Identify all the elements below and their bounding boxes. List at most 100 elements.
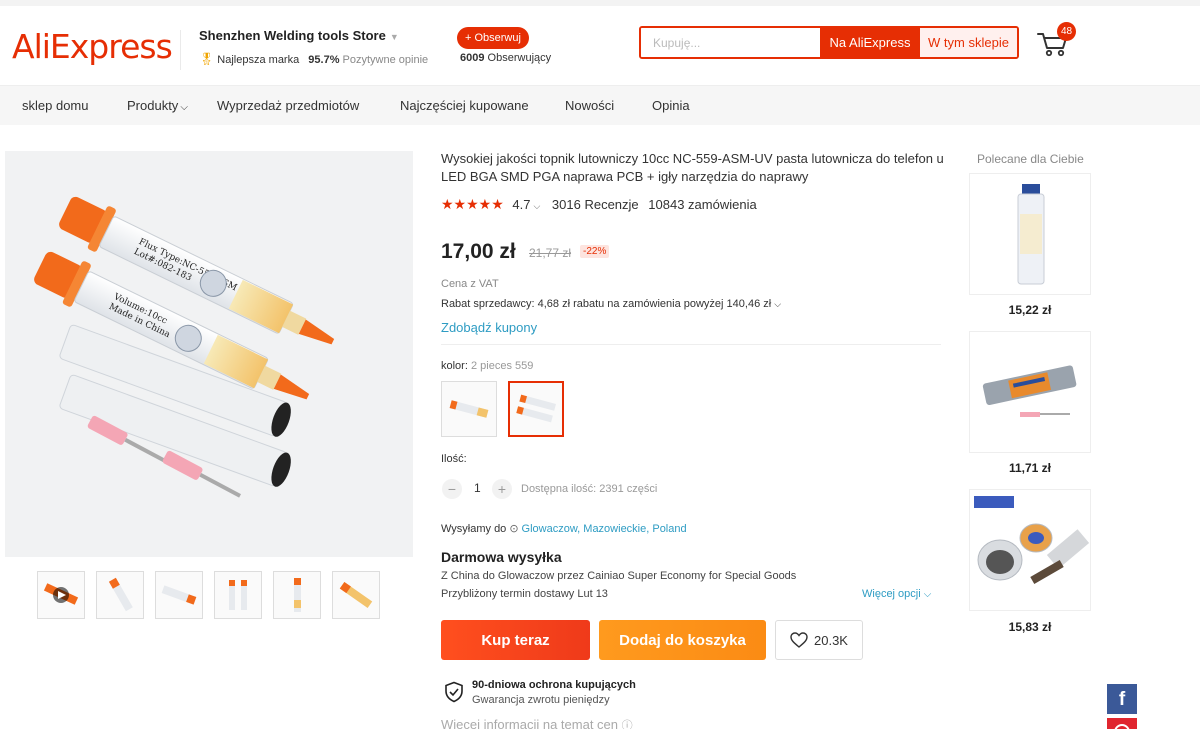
thumbnail-5[interactable]	[273, 571, 321, 619]
search-input[interactable]	[641, 28, 820, 57]
nav-sale[interactable]: Wyprzedaż przedmiotów	[217, 98, 359, 113]
get-coupons-link[interactable]: Zdobądź kupony	[441, 320, 537, 335]
color-label-text: kolor:	[441, 360, 468, 372]
quantity-label: Ilość:	[441, 453, 467, 465]
vat-note: Cena z VAT	[441, 278, 499, 290]
thumbnail-6[interactable]	[332, 571, 380, 619]
followers: 6009 Obserwujący	[460, 52, 551, 64]
header-divider	[180, 30, 181, 70]
buyer-protection-subtitle: Gwarancja zwrotu pieniędzy	[472, 694, 610, 706]
wishlist-count: 20.3K	[814, 632, 848, 648]
rating-value[interactable]: 4.7	[512, 197, 530, 212]
store-name-text[interactable]: Shenzhen Welding tools Store	[199, 28, 386, 43]
discount-badge: -22%	[580, 245, 610, 258]
recommended-title: Polecane dla Ciebie	[977, 152, 1084, 166]
product-main-image[interactable]: Flux Type:NC-559-ASM Lot#:082-183 Volume…	[5, 151, 413, 557]
quantity-increase-button[interactable]: +	[492, 479, 512, 499]
ship-to-label: Wysyłamy do	[441, 523, 507, 535]
syringe-thumb-icon	[229, 580, 247, 610]
search-aliexpress-button[interactable]: Na AliExpress	[820, 28, 920, 57]
thumbnail-3[interactable]	[155, 571, 203, 619]
buyer-protection-title: 90-dniowa ochrona kupujących	[472, 679, 636, 691]
recommended-item-1[interactable]	[969, 173, 1091, 295]
add-to-cart-button[interactable]: Dodaj do koszyka	[599, 620, 766, 660]
chevron-down-icon[interactable]: ▼	[390, 32, 399, 42]
more-shipping-options[interactable]: Więcej opcji ⌵	[862, 588, 931, 600]
facebook-share-button[interactable]: f	[1107, 684, 1137, 714]
price-info-label[interactable]: Więcej informacji na temat cen	[441, 717, 618, 729]
syringe-swatch-icon	[449, 400, 489, 418]
paste-syringe-image	[982, 365, 1077, 417]
color-label: kolor: 2 pieces 559	[441, 360, 533, 372]
chevron-down-icon[interactable]: ⌵	[180, 102, 188, 113]
flux-tube-image	[1017, 184, 1045, 285]
orders-count: 10843 zamówienia	[648, 197, 757, 212]
section-divider	[441, 344, 941, 345]
price-info-link[interactable]: Więcej informacji na temat cen ⓘ	[441, 717, 633, 729]
route-from: Z	[441, 570, 448, 582]
heart-icon	[790, 632, 808, 648]
thumbnail-4[interactable]	[214, 571, 262, 619]
medal-icon: 🎖	[199, 52, 215, 66]
nav-products[interactable]: Produkty ⌵	[127, 98, 188, 113]
nav-feedback[interactable]: Opinia	[652, 98, 690, 113]
color-option-2-selected[interactable]	[508, 381, 564, 437]
color-option-1[interactable]	[441, 381, 497, 437]
chevron-down-icon[interactable]: ⌵	[774, 299, 781, 309]
cart-count-badge[interactable]: 48	[1057, 22, 1076, 41]
product-title: Wysokiej jakości topnik lutowniczy 10cc …	[441, 151, 944, 184]
available-quantity: Dostępna ilość: 2391 części	[521, 483, 658, 495]
nav-products-label[interactable]: Produkty	[127, 98, 178, 113]
search-store-button[interactable]: W tym sklepie	[920, 28, 1017, 57]
thumbnail-2[interactable]	[96, 571, 144, 619]
ship-to-location[interactable]: Glowaczow, Mazowieckie, Poland	[522, 523, 687, 535]
shield-check-icon	[445, 681, 463, 703]
aliexpress-logo[interactable]: AliExpress	[12, 27, 173, 66]
syringe-thumb-icon	[294, 578, 301, 612]
buy-now-button[interactable]: Kup teraz	[441, 620, 590, 660]
info-icon[interactable]: ⓘ	[622, 720, 633, 729]
more-shipping-options-label[interactable]: Więcej opcji	[862, 588, 921, 600]
delivery-estimate: Przybliżony termin dostawy Lut 13	[441, 588, 608, 600]
reviews-count[interactable]: 3016 Recenzje	[552, 197, 639, 212]
followers-label: Obserwujący	[487, 52, 552, 64]
chevron-down-icon[interactable]: ⌵	[924, 589, 932, 600]
search-bar: Na AliExpress W tym sklepie	[639, 26, 1019, 59]
wishlist-button[interactable]: 20.3K	[775, 620, 863, 660]
store-nav: sklep domu Produkty ⌵ Wyprzedaż przedmiot…	[0, 85, 1200, 125]
syringe-thumb-icon	[339, 581, 373, 609]
route-origin: China	[450, 570, 480, 582]
syringe-thumb-icon	[108, 577, 133, 612]
free-shipping: Darmowa wysyłka	[441, 549, 562, 565]
seller-rebate-text[interactable]: Rabat sprzedawcy: 4,68 zł rabatu na zamó…	[441, 298, 771, 310]
shipping-route: Z China do Glowaczow przez Cainiao Super…	[441, 570, 796, 582]
color-value: 2 pieces 559	[470, 360, 534, 372]
brand-badge: Najlepsza marka	[217, 54, 300, 66]
store-name[interactable]: Shenzhen Welding tools Store ▼	[199, 28, 399, 43]
positive-label: Pozytywne opinie	[342, 54, 429, 66]
recommended-price-2[interactable]: 11,71 zł	[969, 461, 1091, 475]
store-meta: 🎖 Najlepsza marka 95.7% Pozytywne opinie	[199, 52, 428, 66]
quantity-value[interactable]: 1	[474, 481, 481, 495]
delivery-estimate-label: Przybliżony termin dostawy	[441, 588, 575, 600]
pinterest-share-button[interactable]	[1107, 718, 1137, 729]
nav-bestsellers[interactable]: Najczęściej kupowane	[400, 98, 529, 113]
solder-kit-image	[974, 496, 1090, 584]
thumbnail-video[interactable]	[37, 571, 85, 619]
chevron-down-icon[interactable]: ⌵	[533, 201, 540, 211]
nav-new[interactable]: Nowości	[565, 98, 614, 113]
recommended-item-2[interactable]	[969, 331, 1091, 453]
recommended-price-1[interactable]: 15,22 zł	[969, 303, 1091, 317]
quantity-decrease-button[interactable]: −	[442, 479, 462, 499]
video-thumbnail-icon	[43, 583, 79, 605]
delivery-estimate-date: Lut 13	[577, 588, 608, 600]
follow-button[interactable]: + Obserwuj	[457, 27, 529, 49]
seller-rebate[interactable]: Rabat sprzedawcy: 4,68 zł rabatu na zamó…	[441, 298, 781, 310]
syringe-swatch-icon	[516, 394, 556, 423]
syringe-illustration: Flux Type:NC-559-ASM Lot#:082-183 Volume…	[34, 196, 335, 498]
pinterest-icon	[1114, 724, 1130, 729]
nav-store-home[interactable]: sklep domu	[22, 98, 88, 113]
recommended-price-3[interactable]: 15,83 zł	[969, 620, 1091, 634]
top-strip	[0, 0, 1200, 6]
recommended-item-3[interactable]	[969, 489, 1091, 611]
